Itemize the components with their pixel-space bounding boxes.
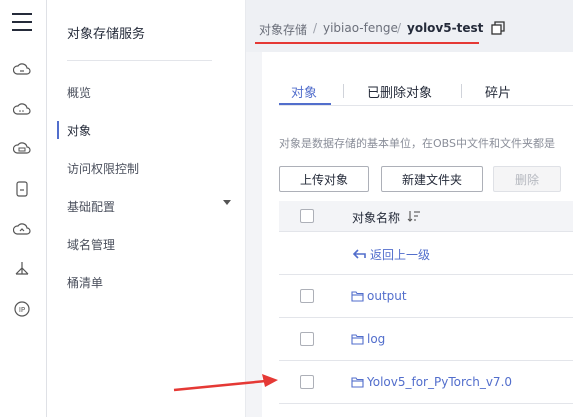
table-row bbox=[279, 274, 573, 318]
folder-link[interactable]: output bbox=[367, 289, 407, 303]
nav-item-overview[interactable]: 概览 bbox=[67, 84, 91, 101]
tabs-divider bbox=[279, 105, 573, 106]
back-arrow-icon[interactable] bbox=[351, 247, 367, 261]
column-object-name[interactable]: 对象名称 bbox=[352, 209, 400, 226]
breadcrumb-separator: / bbox=[313, 21, 318, 35]
tab-separator bbox=[343, 84, 344, 98]
service-nav: 对象存储服务 概览 对象 访问权限控制 基础配置 域名管理 桶清单 bbox=[47, 0, 246, 417]
nav-item-bucket-inventory[interactable]: 桶清单 bbox=[67, 274, 103, 291]
select-all-checkbox[interactable] bbox=[300, 209, 314, 223]
cloud-server-icon[interactable] bbox=[12, 61, 31, 79]
breadcrumb-bucket[interactable]: yibiao-fenge bbox=[323, 21, 398, 35]
cloud-icon[interactable] bbox=[12, 100, 31, 118]
folder-icon bbox=[351, 290, 364, 302]
folder-link[interactable]: log bbox=[367, 332, 385, 346]
table-row bbox=[279, 317, 573, 361]
back-to-parent-link[interactable]: 返回上一级 bbox=[370, 246, 430, 263]
menu-icon[interactable] bbox=[12, 13, 32, 33]
breadcrumb-separator: / bbox=[397, 21, 402, 35]
ip-icon[interactable]: IP bbox=[13, 300, 31, 318]
red-arrow-annotation bbox=[172, 372, 280, 394]
upload-object-button[interactable]: 上传对象 bbox=[279, 166, 369, 192]
nav-item-access-control[interactable]: 访问权限控制 bbox=[67, 160, 139, 177]
red-underline-annotation bbox=[255, 42, 479, 44]
breadcrumb-root[interactable]: 对象存储 bbox=[259, 21, 307, 38]
breadcrumb-current: yolov5-test bbox=[407, 21, 484, 35]
sort-icon[interactable] bbox=[407, 209, 421, 223]
delete-button[interactable]: 删除 bbox=[493, 166, 561, 192]
table-header bbox=[279, 201, 573, 232]
nav-item-basic-config[interactable]: 基础配置 bbox=[67, 198, 115, 215]
nav-divider bbox=[67, 60, 212, 61]
row-checkbox[interactable] bbox=[300, 375, 314, 389]
network-icon[interactable] bbox=[13, 260, 31, 278]
tab-active-underline bbox=[279, 103, 331, 105]
new-folder-button[interactable]: 新建文件夹 bbox=[381, 166, 483, 192]
tab-objects[interactable]: 对象 bbox=[291, 82, 317, 101]
folder-icon bbox=[351, 333, 364, 345]
folder-icon bbox=[351, 376, 364, 388]
cloud-upload-icon[interactable] bbox=[12, 220, 31, 238]
service-rail: IP bbox=[0, 0, 47, 417]
tab-fragments[interactable]: 碎片 bbox=[485, 82, 511, 101]
database-icon[interactable] bbox=[12, 140, 31, 158]
svg-text:IP: IP bbox=[19, 306, 25, 314]
row-checkbox[interactable] bbox=[300, 289, 314, 303]
row-checkbox[interactable] bbox=[300, 332, 314, 346]
storage-icon[interactable] bbox=[13, 180, 31, 198]
nav-item-objects[interactable]: 对象 bbox=[67, 122, 91, 139]
folder-link[interactable]: Yolov5_for_PyTorch_v7.0 bbox=[367, 375, 512, 389]
tab-separator bbox=[461, 84, 462, 98]
tab-deleted-objects[interactable]: 已删除对象 bbox=[367, 82, 432, 101]
objects-description: 对象是数据存储的基本单位，在OBS中文件和文件夹都是 bbox=[279, 137, 555, 150]
nav-item-domain-management[interactable]: 域名管理 bbox=[67, 236, 115, 253]
copy-icon[interactable] bbox=[490, 20, 506, 36]
service-title: 对象存储服务 bbox=[67, 27, 146, 42]
nav-active-indicator bbox=[57, 121, 59, 139]
chevron-down-icon[interactable] bbox=[223, 200, 231, 205]
